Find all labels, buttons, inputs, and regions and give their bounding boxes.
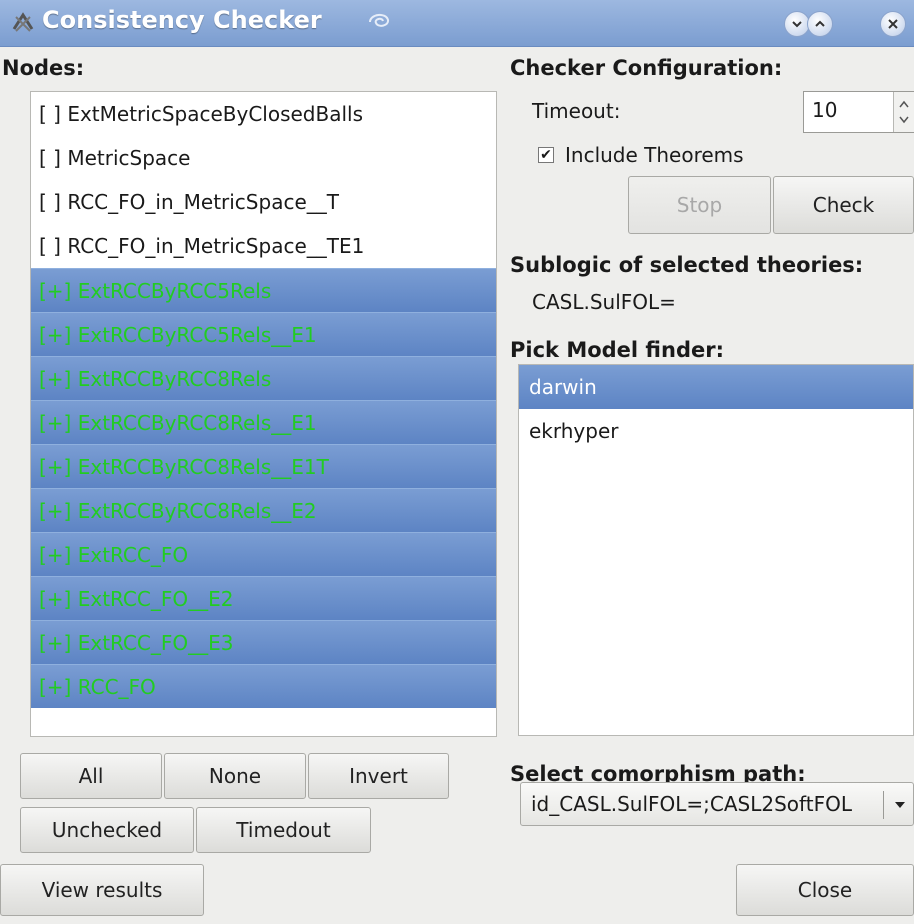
model-finder-list[interactable]: darwin ekrhyper: [518, 364, 914, 736]
minimize-icon: [792, 21, 802, 28]
model-finder-item[interactable]: ekrhyper: [519, 409, 913, 453]
node-list-item[interactable]: [+] RCC_FO: [31, 664, 496, 708]
timeout-value: 10: [812, 98, 838, 122]
stop-button[interactable]: Stop: [628, 176, 771, 234]
include-theorems-label: Include Theorems: [565, 143, 744, 167]
node-list-item[interactable]: [+] ExtRCCByRCC8Rels__E1: [31, 400, 496, 444]
select-all-button[interactable]: All: [20, 753, 162, 799]
node-list-item[interactable]: [ ] RCC_FO_in_MetricSpace__TE1: [31, 224, 496, 268]
close-button[interactable]: Close: [736, 864, 914, 916]
view-results-button[interactable]: View results: [0, 864, 204, 916]
select-none-button[interactable]: None: [164, 753, 306, 799]
checker-configuration-heading: Checker Configuration:: [510, 56, 783, 80]
nodes-heading: Nodes:: [2, 56, 85, 80]
timeout-spinbox[interactable]: 10: [803, 91, 914, 133]
node-list-item[interactable]: [ ] MetricSpace: [31, 136, 496, 180]
sublogic-heading: Sublogic of selected theories:: [510, 253, 864, 277]
sublogic-value: CASL.SulFOL=: [532, 290, 676, 314]
timeout-label: Timeout:: [532, 99, 621, 123]
window-title: Consistency Checker: [42, 6, 322, 34]
node-list-item[interactable]: [+] ExtRCCByRCC8Rels__E2: [31, 488, 496, 532]
close-icon: [888, 19, 898, 29]
select-timedout-button[interactable]: Timedout: [196, 807, 371, 853]
model-finder-item[interactable]: darwin: [519, 365, 913, 409]
nodes-list[interactable]: [ ] ExtMetricSpaceByClosedBalls[ ] Metri…: [30, 91, 497, 737]
check-button[interactable]: Check: [773, 176, 914, 234]
comorphism-path-select[interactable]: id_CASL.SulFOL=;CASL2SoftFOL: [520, 782, 914, 826]
maximize-button[interactable]: [807, 11, 833, 37]
title-bar[interactable]: Consistency Checker: [0, 0, 914, 47]
comorphism-path-value: id_CASL.SulFOL=;CASL2SoftFOL: [531, 792, 852, 816]
spin-updown-icon: [899, 100, 909, 124]
node-list-item[interactable]: [+] ExtRCCByRCC8Rels__E1T: [31, 444, 496, 488]
invert-selection-button[interactable]: Invert: [308, 753, 449, 799]
spin-arrows[interactable]: [893, 92, 914, 132]
node-list-item[interactable]: [+] ExtRCCByRCC5Rels__E1: [31, 312, 496, 356]
node-list-item[interactable]: [+] ExtRCC_FO__E3: [31, 620, 496, 664]
node-list-item[interactable]: [+] ExtRCCByRCC8Rels: [31, 356, 496, 400]
swirl-icon: [369, 14, 390, 27]
node-list-item[interactable]: [+] ExtRCCByRCC5Rels: [31, 268, 496, 312]
chevron-down-icon: [895, 802, 905, 808]
maximize-icon: [815, 20, 825, 27]
node-list-item[interactable]: [ ] RCC_FO_in_MetricSpace__T: [31, 180, 496, 224]
combo-separator: [883, 791, 884, 819]
close-window-button[interactable]: [880, 11, 906, 37]
node-list-item[interactable]: [+] ExtRCC_FO: [31, 532, 496, 576]
node-list-item[interactable]: [ ] ExtMetricSpaceByClosedBalls: [31, 92, 496, 136]
include-theorems-checkbox[interactable]: ✔: [538, 147, 554, 163]
select-unchecked-button[interactable]: Unchecked: [20, 807, 194, 853]
model-finder-heading: Pick Model finder:: [510, 338, 724, 362]
node-list-item[interactable]: [+] ExtRCC_FO__E2: [31, 576, 496, 620]
app-icon: [12, 12, 34, 32]
